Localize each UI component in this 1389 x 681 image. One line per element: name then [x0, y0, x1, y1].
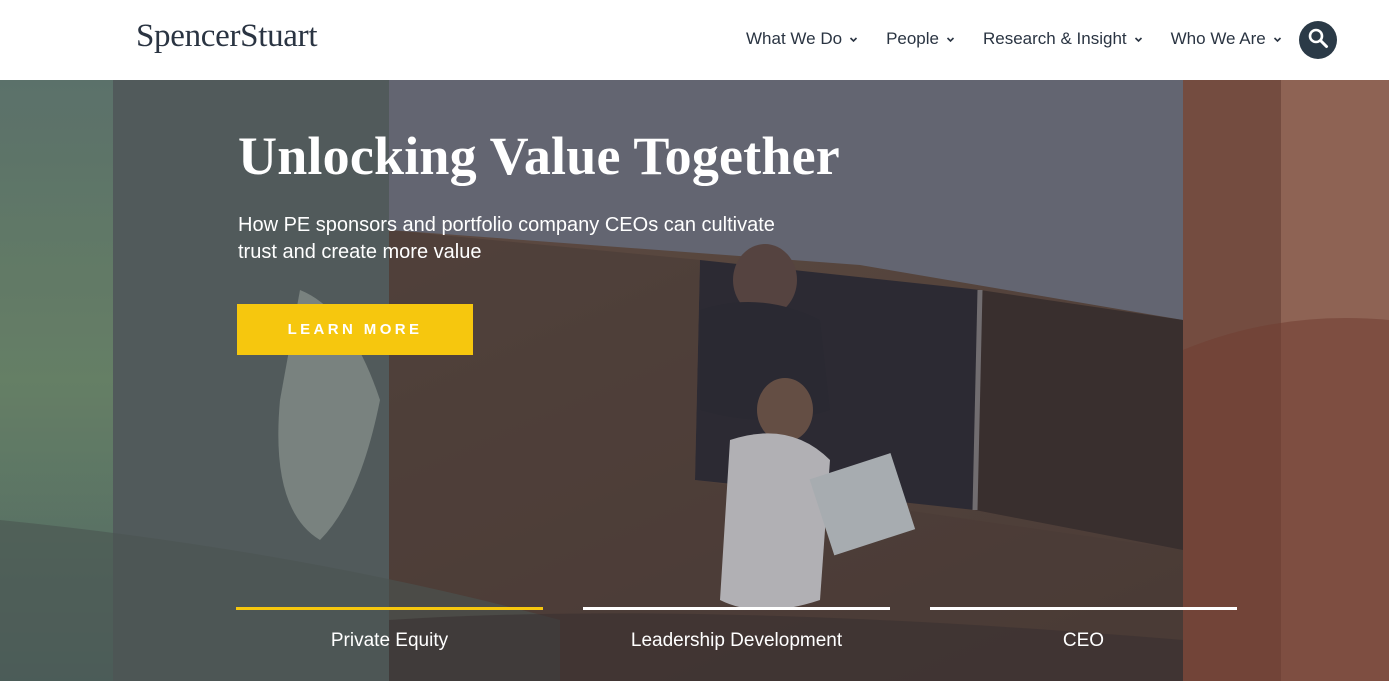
logo[interactable]: SpencerStuart: [136, 18, 318, 55]
nav-research-insight[interactable]: Research & Insight: [983, 29, 1143, 49]
tab-leadership-development[interactable]: Leadership Development: [583, 607, 890, 667]
tab-private-equity[interactable]: Private Equity: [236, 607, 543, 667]
site-header: SpencerStuart What We Do People Research…: [0, 0, 1389, 80]
hero-subtitle: How PE sponsors and portfolio company CE…: [238, 214, 775, 263]
search-icon: [1307, 27, 1329, 54]
nav-who-we-are[interactable]: Who We Are: [1171, 29, 1282, 49]
chevron-down-icon: [849, 35, 858, 44]
chevron-down-icon: [946, 35, 955, 44]
nav-label: What We Do: [746, 29, 843, 48]
hero-title: Unlocking Value Together: [238, 126, 840, 186]
nav-people[interactable]: People: [886, 29, 955, 49]
chevron-down-icon: [1134, 35, 1143, 44]
hero-banner: Unlocking Value Together How PE sponsors…: [0, 80, 1389, 681]
tab-ceo[interactable]: CEO: [930, 607, 1237, 667]
nav-label: Who We Are: [1170, 29, 1266, 48]
nav-label: Research & Insight: [983, 29, 1127, 48]
chevron-down-icon: [1273, 35, 1282, 44]
main-nav: What We Do People Research & Insight Who…: [746, 29, 1282, 49]
search-button[interactable]: [1299, 21, 1337, 59]
nav-label: People: [886, 29, 939, 48]
learn-more-button[interactable]: LEARN MORE: [237, 304, 473, 355]
hero-tabs: Private Equity Leadership Development CE…: [236, 607, 1238, 667]
nav-what-we-do[interactable]: What We Do: [746, 29, 858, 49]
